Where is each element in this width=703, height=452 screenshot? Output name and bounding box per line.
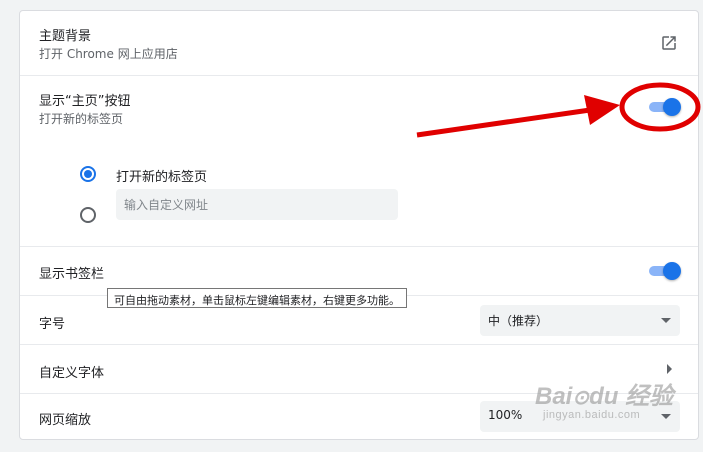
chevron-down-icon [661,318,671,323]
font-size-title: 字号 [39,317,66,332]
font-size-select[interactable]: 中（推荐） [480,305,680,336]
bookmarks-bar-title: 显示书签栏 [39,267,105,282]
page-zoom-title: 网页缩放 [39,413,92,428]
bookmarks-bar-toggle[interactable] [647,262,681,280]
editor-tooltip: 可自由拖动素材，单击鼠标左键编辑素材，右键更多功能。 [107,288,407,308]
custom-url-placeholder: 输入自定义网址 [124,198,209,212]
toggle-knob [663,262,681,280]
font-size-value: 中（推荐） [488,314,549,328]
theme-title: 主题背景 [39,29,92,44]
home-button-title: 显示“主页”按钮 [39,94,131,109]
open-in-new-icon[interactable] [660,34,678,52]
baidu-watermark-logo: Bai⊙du 经验 jingyan.baidu.com [535,383,674,421]
page-zoom-value: 100% [488,408,523,422]
radio-custom-url[interactable] [80,207,96,223]
home-button-subtitle: 打开新的标签页 [39,112,124,126]
home-button-row: 显示“主页”按钮 打开新的标签页 打开新的标签页 [20,76,698,246]
radio-new-tab[interactable] [80,166,96,182]
arrow-right-icon [667,364,672,374]
custom-url-input[interactable]: 输入自定义网址 [116,189,398,220]
toggle-knob [663,98,681,116]
custom-fonts-title: 自定义字体 [39,366,105,381]
home-button-toggle[interactable] [647,98,681,116]
theme-row[interactable]: 主题背景 打开 Chrome 网上应用店 [20,11,698,75]
theme-subtitle: 打开 Chrome 网上应用店 [39,47,178,61]
radio-new-tab-label: 打开新的标签页 [116,170,208,185]
